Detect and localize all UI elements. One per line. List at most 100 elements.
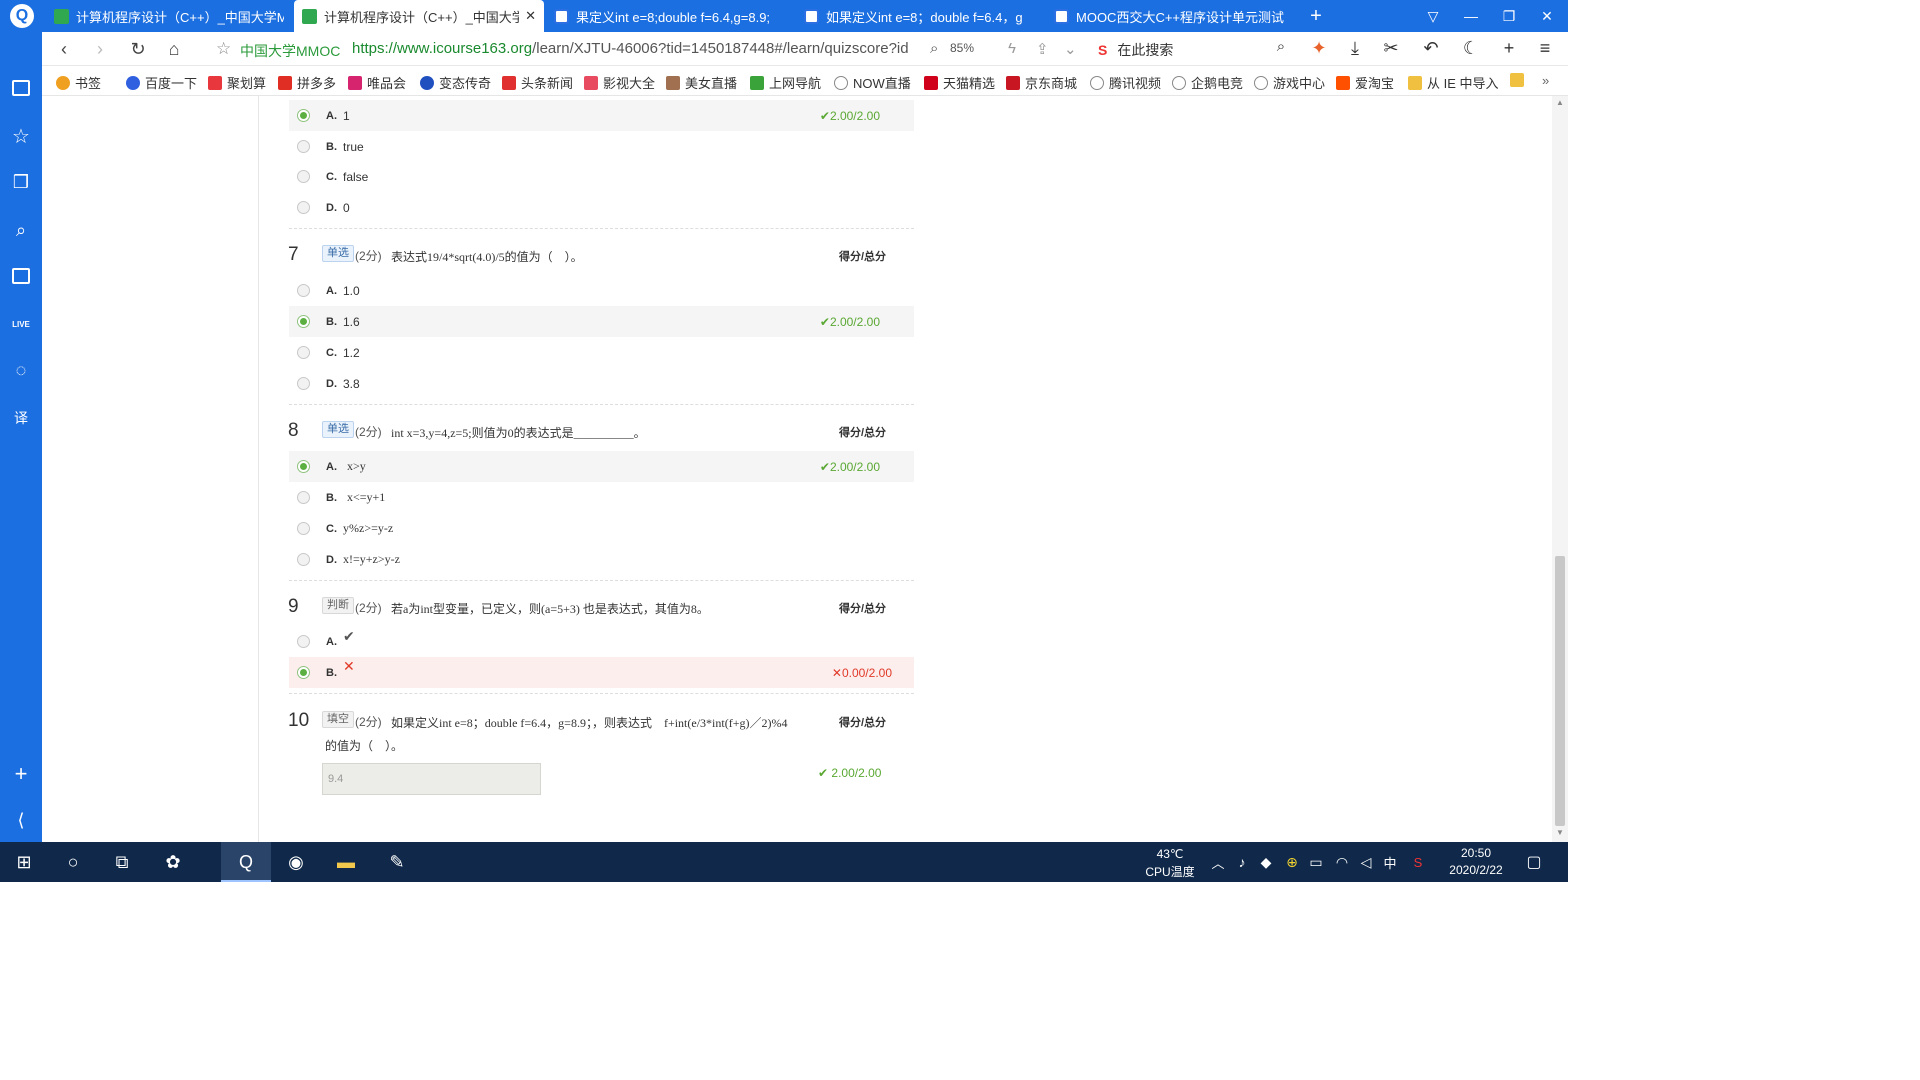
vertical-scrollbar[interactable]: ▲ ▼ [1552, 96, 1568, 842]
browser-logo-icon[interactable]: Q [0, 0, 44, 32]
scroll-down-icon[interactable]: ▼ [1556, 828, 1564, 837]
radio-selected[interactable] [297, 666, 310, 679]
skin-icon[interactable]: ▽ [1414, 0, 1452, 32]
collapse-icon[interactable]: ⟨ [9, 808, 33, 832]
radio[interactable] [297, 140, 310, 153]
task-view-icon[interactable]: ⧉ [110, 850, 134, 874]
bell-icon[interactable]: ♪ [1230, 850, 1254, 874]
night-mode-icon[interactable]: ☾ [1460, 38, 1482, 59]
bookmark-item[interactable]: 天猫精选 [924, 73, 995, 92]
add-icon[interactable]: + [9, 761, 33, 786]
bookmark-item[interactable]: 拼多多 [278, 73, 336, 92]
option-row[interactable]: B. true [289, 131, 914, 162]
menu-icon[interactable]: ≡ [1534, 38, 1556, 59]
bookmark-item[interactable]: 百度一下 [126, 73, 197, 92]
video-icon[interactable] [9, 264, 33, 288]
notification-icon[interactable]: ▢ [1522, 850, 1546, 874]
folder-taskbar-icon[interactable]: ▬ [334, 850, 358, 874]
radio-selected[interactable] [297, 109, 310, 122]
clock-time[interactable]: 20:50 [1446, 846, 1506, 860]
option-row[interactable]: A. x>y ✔2.00/2.00 [289, 451, 914, 482]
close-window-icon[interactable]: ✕ [1528, 0, 1566, 32]
sogou-tray-icon[interactable]: S [1406, 850, 1430, 874]
browser-taskbar-icon[interactable]: Q [234, 850, 258, 874]
radio[interactable] [297, 346, 310, 359]
option-row[interactable]: B. ✕ ✕0.00/2.00 [289, 657, 914, 688]
radio[interactable] [297, 522, 310, 535]
option-row[interactable]: A. 1 ✔2.00/2.00 [289, 100, 914, 131]
tab-1[interactable]: 计算机程序设计（C++）_中国大学M [46, 0, 292, 32]
zoom-level[interactable]: 85% [950, 41, 974, 55]
volume-icon[interactable]: ◁ [1354, 850, 1378, 874]
add-icon[interactable]: + [1498, 38, 1520, 59]
scroll-thumb[interactable] [1555, 556, 1565, 826]
tab-4[interactable]: 如果定义int e=8；double f=6.4，g [796, 0, 1044, 32]
search-input[interactable]: S 在此搜索 [1098, 40, 1173, 60]
reload-icon[interactable]: ↻ [126, 37, 150, 61]
minimize-icon[interactable]: — [1452, 0, 1490, 32]
news-icon[interactable] [9, 76, 33, 100]
radio-selected[interactable] [297, 315, 310, 328]
app-taskbar-icon[interactable]: ◉ [284, 850, 308, 874]
close-tab-icon[interactable]: ✕ [525, 8, 536, 24]
bookmark-item[interactable]: 聚划算 [208, 73, 266, 92]
option-row[interactable]: D. 3.8 [289, 368, 914, 399]
option-row[interactable]: B. x<=y+1 [289, 482, 914, 513]
reader-book-icon[interactable]: ❒ [9, 170, 33, 194]
option-row[interactable]: A. 1.0 [289, 275, 914, 306]
search-icon[interactable]: ⌕ [1270, 38, 1292, 55]
option-row[interactable]: C. 1.2 [289, 337, 914, 368]
chevron-up-icon[interactable]: ︿ [1206, 850, 1230, 874]
zoom-icon[interactable]: ⌕ [930, 40, 938, 57]
download-icon[interactable]: ⤓ [1344, 38, 1366, 59]
add-tray-icon[interactable]: ⊕ [1280, 850, 1304, 874]
search-icon[interactable]: ⌕ [9, 218, 33, 242]
option-row[interactable]: D. 0 [289, 192, 914, 223]
bookmark-item[interactable]: 腾讯视频 [1090, 73, 1161, 92]
bookmark-item[interactable]: 京东商城 [1006, 73, 1077, 92]
bookmark-item[interactable]: 爱淘宝 [1336, 73, 1394, 92]
more-bookmarks-icon[interactable]: » [1542, 73, 1549, 88]
home-icon[interactable]: ⌂ [162, 37, 186, 61]
bookmark-item[interactable]: 头条新闻 [502, 73, 573, 92]
bookmark-item[interactable]: 唯品会 [348, 73, 406, 92]
app-pinwheel-icon[interactable]: ✿ [161, 850, 185, 874]
translate-icon[interactable]: 译 [9, 406, 33, 430]
favorites-star-icon[interactable]: ☆ [9, 124, 33, 148]
radio[interactable] [297, 377, 310, 390]
ime-indicator[interactable]: 中 [1378, 850, 1402, 874]
radio[interactable] [297, 284, 310, 297]
url-input[interactable]: https://www.icourse163.org/learn/XJTU-46… [352, 40, 909, 57]
radio[interactable] [297, 201, 310, 214]
app-tray-icon[interactable]: ◆ [1254, 850, 1278, 874]
option-row[interactable]: A. ✔ [289, 626, 914, 657]
bookmark-item[interactable]: 企鹅电竞 [1172, 73, 1243, 92]
back-icon[interactable]: ‹ [52, 37, 76, 61]
radio[interactable] [297, 170, 310, 183]
tab-2-active[interactable]: 计算机程序设计（C++）_中国大学M ✕ [294, 0, 544, 32]
windows-start-icon[interactable]: ⊞ [12, 850, 36, 874]
bookmark-item[interactable]: 美女直播 [666, 73, 737, 92]
option-row[interactable]: C. false [289, 161, 914, 192]
share-icon[interactable]: ⇪ [1036, 40, 1049, 58]
fill-answer-field[interactable]: 9.4 [322, 763, 541, 795]
undo-icon[interactable]: ↶ [1420, 38, 1442, 59]
radio[interactable] [297, 491, 310, 504]
clock-date[interactable]: 2020/2/22 [1440, 863, 1512, 877]
new-tab-button[interactable]: + [1304, 0, 1328, 32]
live-icon[interactable]: LIVE [9, 312, 33, 336]
bookmark-item[interactable] [1510, 73, 1529, 87]
bookmark-item[interactable]: 书签 [56, 73, 101, 92]
option-row[interactable]: B. 1.6 ✔2.00/2.00 [289, 306, 914, 337]
option-row[interactable]: D. x!=y+z>y-z [289, 544, 914, 575]
scissors-icon[interactable]: ✂ [1380, 38, 1402, 59]
bookmark-item[interactable]: 变态传奇 [420, 73, 491, 92]
option-row[interactable]: C. y%z>=y-z [289, 513, 914, 544]
tab-3[interactable]: 果定义int e=8;double f=6.4,g=8.9; [546, 0, 794, 32]
bookmark-item[interactable]: NOW直播 [834, 73, 911, 92]
game-icon[interactable]: ✦ [1308, 38, 1330, 59]
tab-5[interactable]: MOOC西交大C++程序设计单元测试 [1046, 0, 1296, 32]
bookmark-item[interactable]: 影视大全 [584, 73, 655, 92]
radio-selected[interactable] [297, 460, 310, 473]
bookmark-star-icon[interactable]: ☆ [216, 39, 231, 59]
